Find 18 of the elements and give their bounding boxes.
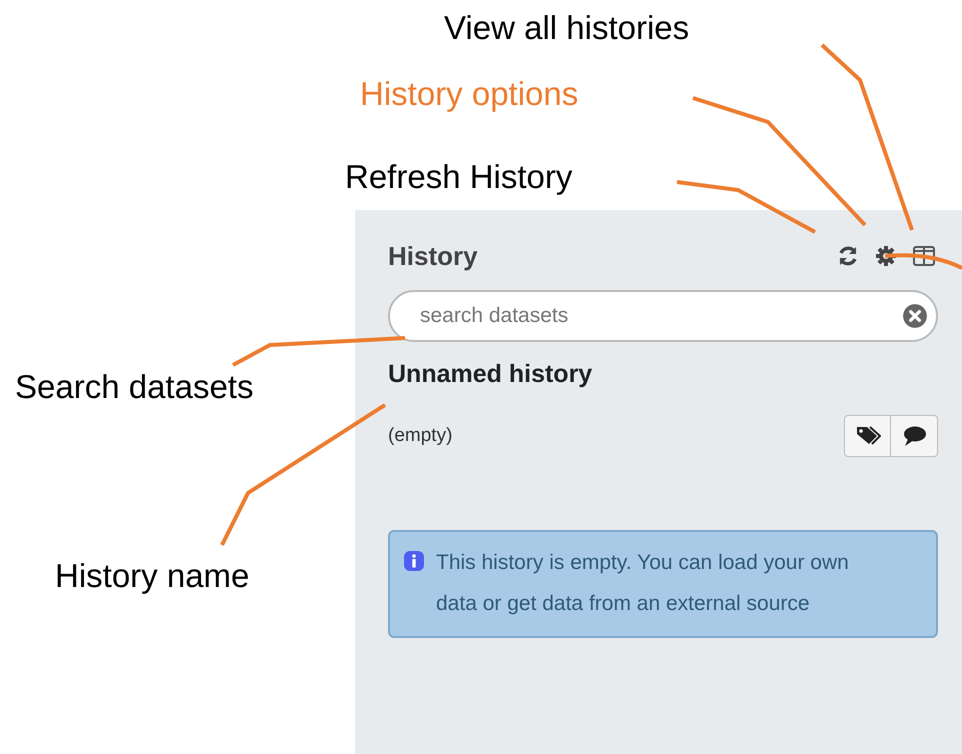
message-text: This history is empty. You can load your own data or get data from an external source (436, 550, 850, 617)
tags-icon (854, 425, 880, 447)
panel-title: History (388, 240, 478, 272)
callout-label: Search datasets (15, 367, 254, 407)
history-size: (empty) (388, 425, 452, 447)
callout-label: View all histories (444, 8, 690, 48)
tags-button[interactable] (844, 415, 891, 457)
callout-label: Refresh History (345, 157, 572, 197)
settings-icon[interactable] (874, 244, 898, 268)
clear-icon[interactable] (902, 303, 928, 329)
history-name[interactable]: Unnamed history (388, 360, 938, 389)
info-icon (404, 551, 424, 571)
callout-label: History options (360, 74, 578, 114)
callout-label: History name (55, 556, 250, 596)
search-field[interactable]: search datasets (388, 290, 938, 342)
comment-icon (901, 425, 927, 447)
columns-icon[interactable] (912, 244, 936, 268)
annotation-button[interactable] (891, 415, 938, 457)
